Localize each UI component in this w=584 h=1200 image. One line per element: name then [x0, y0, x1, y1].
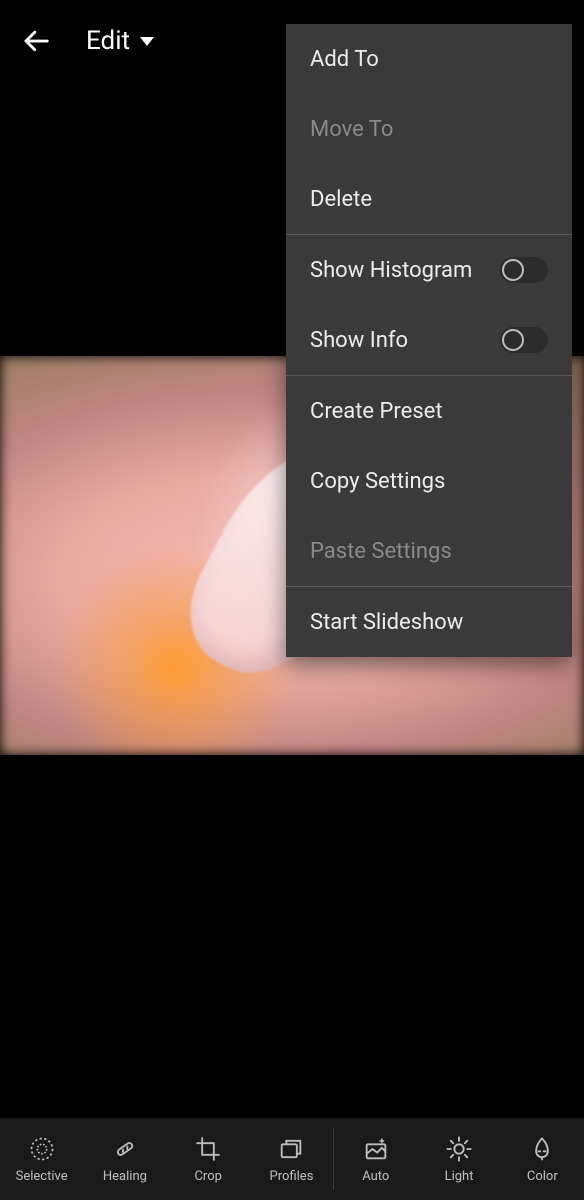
menu-item-paste-settings: Paste Settings — [286, 516, 572, 586]
menu-item-label: Move To — [310, 117, 393, 142]
menu-item-label: Copy Settings — [310, 469, 445, 494]
tool-label: Auto — [362, 1169, 389, 1184]
back-arrow-icon — [21, 26, 51, 56]
selective-icon — [27, 1134, 57, 1164]
menu-item-label: Delete — [310, 187, 372, 212]
tool-crop[interactable]: Crop — [167, 1118, 250, 1200]
menu-item-show-histogram[interactable]: Show Histogram — [286, 235, 572, 305]
light-icon — [444, 1134, 474, 1164]
tool-label: Healing — [103, 1169, 147, 1184]
healing-icon — [110, 1134, 140, 1164]
menu-item-copy-settings[interactable]: Copy Settings — [286, 446, 572, 516]
tool-label: Profiles — [270, 1169, 314, 1184]
caret-down-icon — [140, 37, 154, 46]
tool-label: Color — [527, 1169, 558, 1184]
tool-profiles[interactable]: Profiles — [250, 1118, 333, 1200]
edit-mode-dropdown[interactable]: Edit — [86, 26, 154, 56]
edit-mode-label: Edit — [86, 26, 130, 56]
crop-icon — [193, 1134, 223, 1164]
auto-icon — [361, 1134, 391, 1164]
menu-item-label: Show Info — [310, 328, 408, 353]
overflow-menu: Add To Move To Delete Show Histogram Sho… — [286, 24, 572, 657]
menu-item-move-to: Move To — [286, 94, 572, 164]
menu-item-create-preset[interactable]: Create Preset — [286, 376, 572, 446]
color-icon — [527, 1134, 557, 1164]
menu-item-delete[interactable]: Delete — [286, 164, 572, 234]
tool-auto[interactable]: Auto — [334, 1118, 417, 1200]
tool-light[interactable]: Light — [417, 1118, 500, 1200]
toggle-knob-icon — [502, 259, 524, 281]
toggle-show-histogram[interactable] — [500, 257, 548, 283]
toggle-knob-icon — [502, 329, 524, 351]
menu-item-label: Start Slideshow — [310, 610, 463, 635]
toggle-show-info[interactable] — [500, 327, 548, 353]
menu-item-label: Show Histogram — [310, 258, 472, 283]
tool-label: Selective — [16, 1169, 68, 1184]
menu-item-label: Add To — [310, 47, 379, 72]
tool-color[interactable]: Color — [501, 1118, 584, 1200]
menu-item-label: Paste Settings — [310, 539, 452, 564]
tool-label: Light — [445, 1169, 474, 1184]
menu-item-label: Create Preset — [310, 399, 443, 424]
profiles-icon — [276, 1134, 306, 1164]
menu-item-start-slideshow[interactable]: Start Slideshow — [286, 587, 572, 657]
bottom-toolbar: Selective Healing Crop Profiles — [0, 1118, 584, 1200]
menu-item-show-info[interactable]: Show Info — [286, 305, 572, 375]
tool-label: Crop — [194, 1169, 221, 1184]
menu-item-add-to[interactable]: Add To — [286, 24, 572, 94]
tool-selective[interactable]: Selective — [0, 1118, 83, 1200]
tool-healing[interactable]: Healing — [83, 1118, 166, 1200]
back-button[interactable] — [16, 21, 56, 61]
